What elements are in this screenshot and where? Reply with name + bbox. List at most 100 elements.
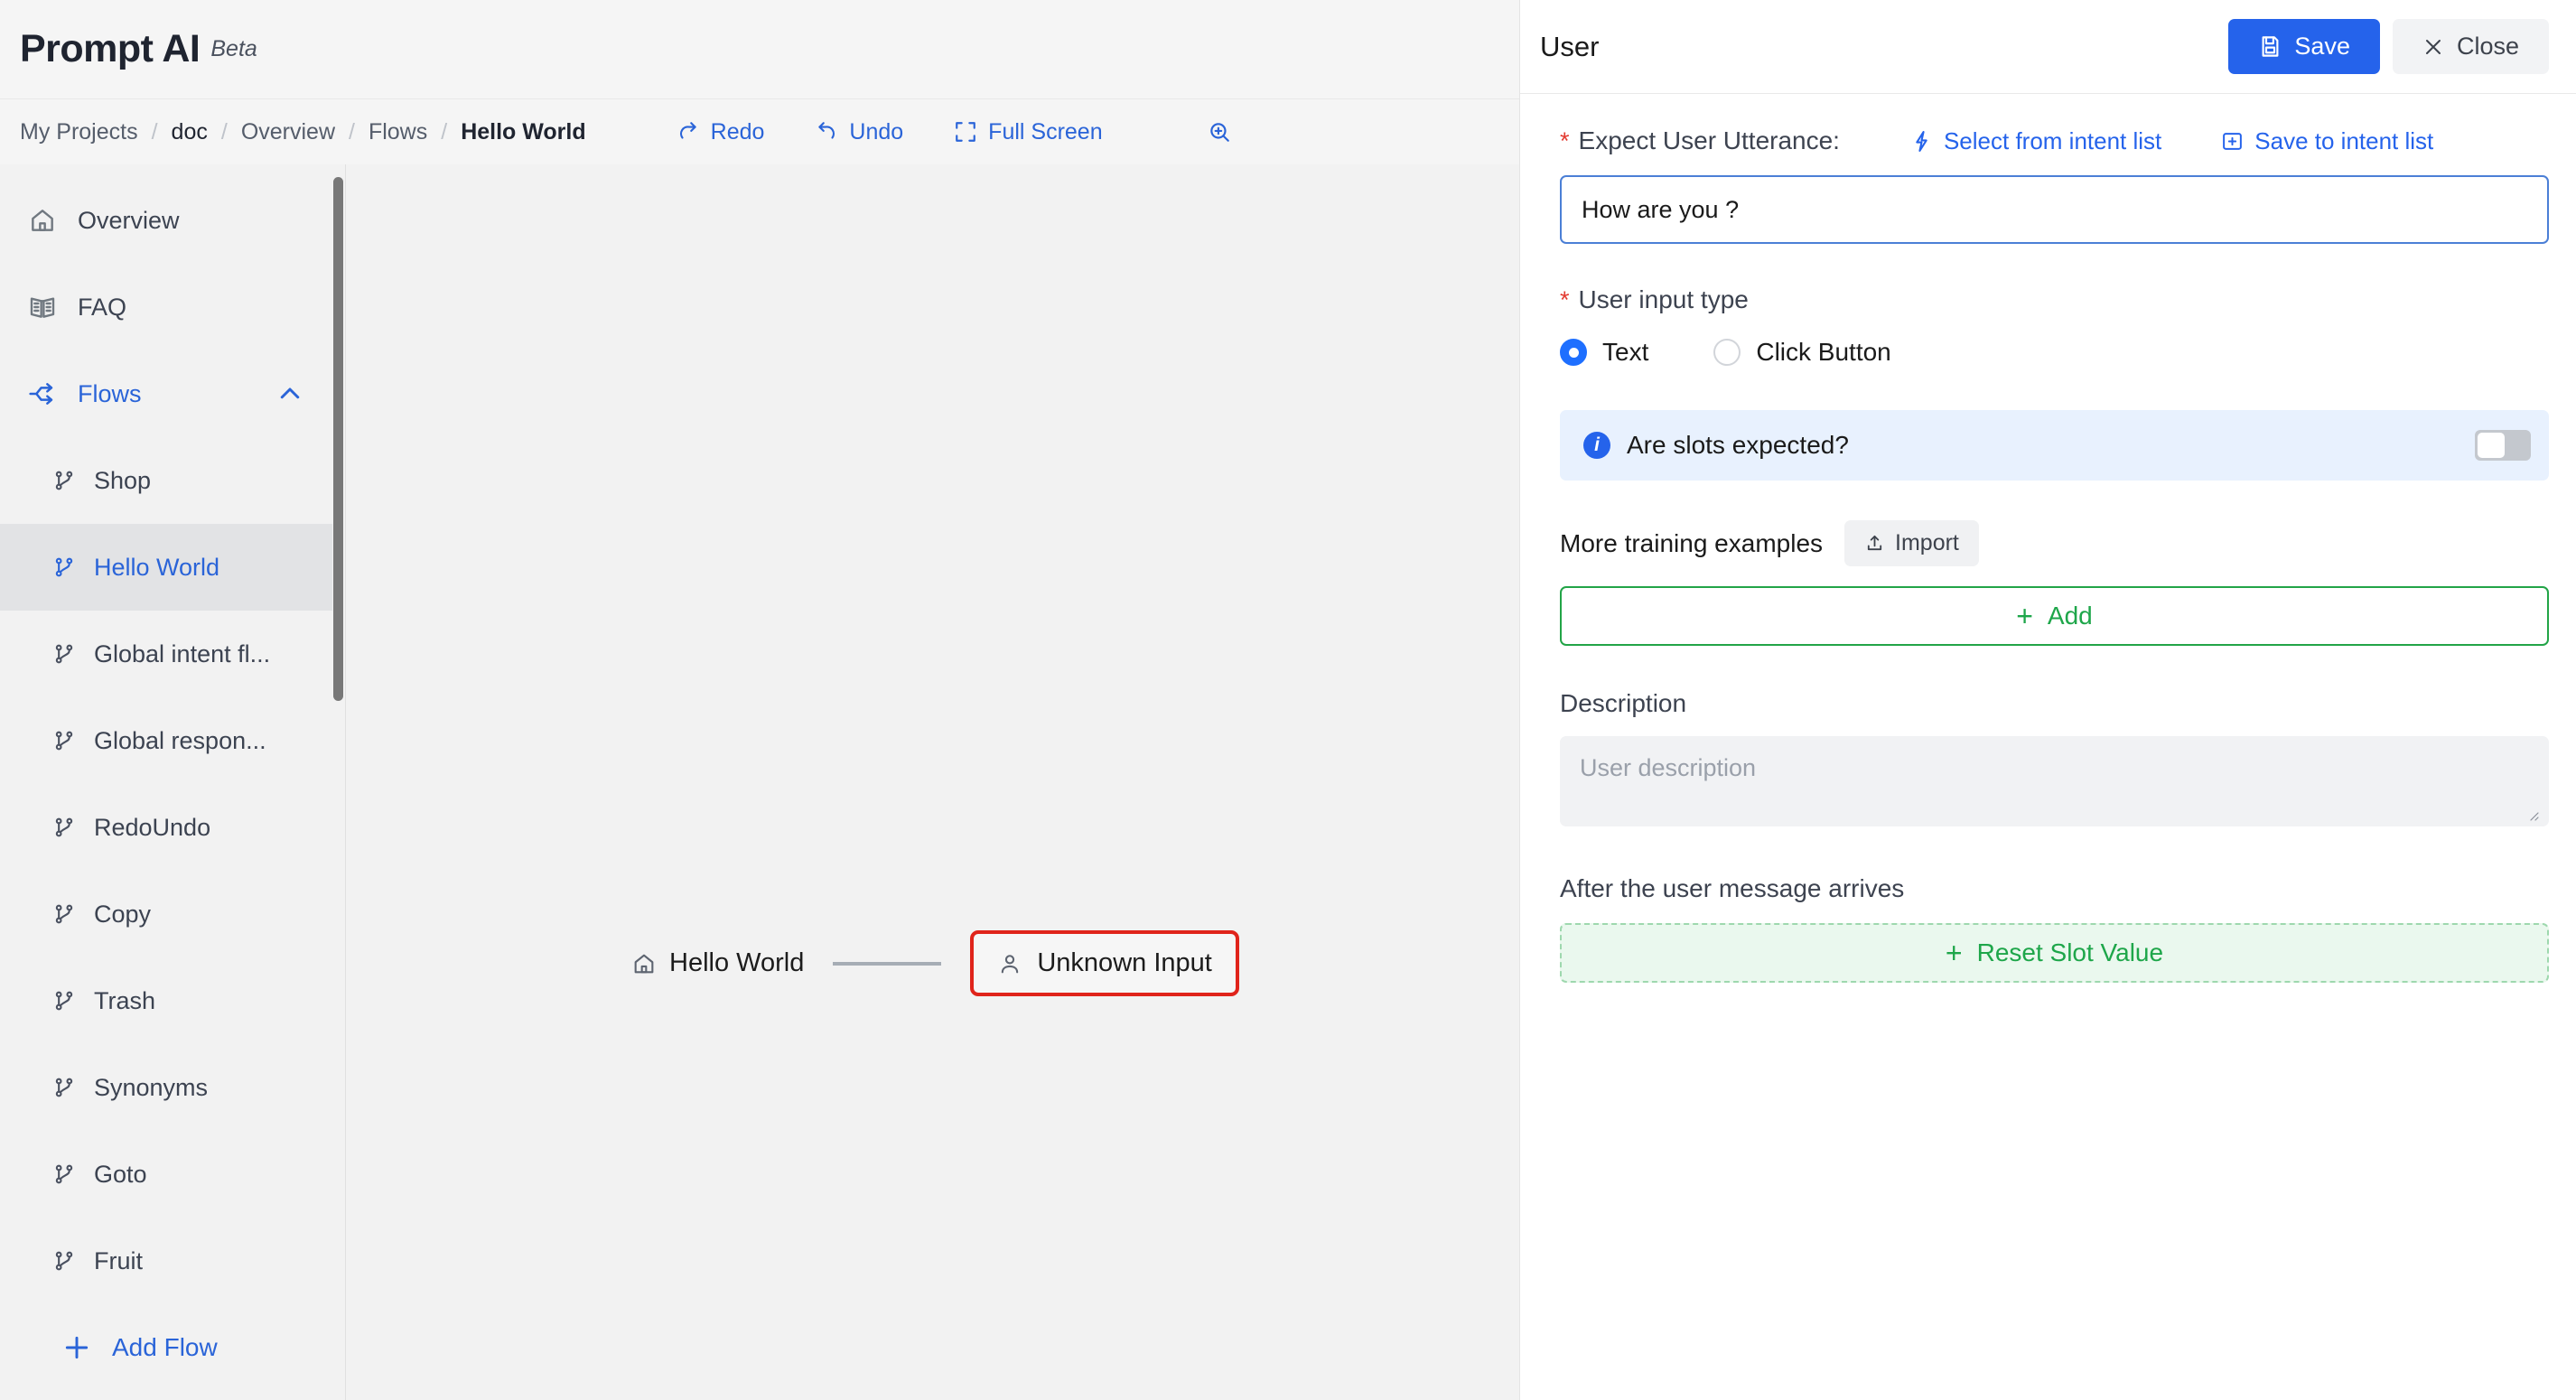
sidebar-item-global-intent-flow[interactable]: Global intent fl... bbox=[0, 611, 345, 697]
home-icon bbox=[631, 951, 657, 976]
book-icon bbox=[27, 292, 58, 322]
sidebar-item-synonyms[interactable]: Synonyms bbox=[0, 1044, 345, 1131]
sidebar-item-global-response[interactable]: Global respon... bbox=[0, 697, 345, 784]
utterance-label: Expect User Utterance: bbox=[1578, 126, 1840, 154]
breadcrumb: My Projects / doc / Overview / Flows / H… bbox=[20, 119, 586, 145]
reset-slot-value-button[interactable]: + Reset Slot Value bbox=[1560, 923, 2549, 983]
utterance-links: Select from intent list Save to intent l… bbox=[1910, 127, 2433, 155]
sidebar-item-faq[interactable]: FAQ bbox=[0, 264, 345, 350]
flow-node-start[interactable]: Hello World bbox=[631, 948, 804, 978]
slots-expected-toggle[interactable] bbox=[2475, 430, 2531, 461]
after-message-label: After the user message arrives bbox=[1560, 874, 1905, 902]
branch-icon bbox=[51, 812, 78, 843]
radio-option-click-button[interactable]: Click Button bbox=[1713, 338, 1891, 367]
sidebar-item-label: FAQ bbox=[78, 293, 127, 321]
sidebar-item-label: Shop bbox=[94, 466, 152, 494]
save-button[interactable]: Save bbox=[2228, 19, 2380, 74]
input-type-label: User input type bbox=[1578, 285, 1749, 313]
description-wrapper bbox=[1560, 718, 2549, 831]
sidebar-item-label: Goto bbox=[94, 1160, 147, 1188]
sidebar-item-overview[interactable]: Overview bbox=[0, 177, 345, 264]
home-icon bbox=[27, 205, 58, 236]
close-icon bbox=[2422, 36, 2444, 58]
lightning-icon bbox=[1910, 130, 1933, 153]
close-button[interactable]: Close bbox=[2392, 19, 2549, 74]
left-body: Overview FAQ Flows Shop Hello World Glob… bbox=[0, 164, 1519, 1400]
select-from-intent-list-label: Select from intent list bbox=[1943, 126, 2162, 154]
plus-icon: + bbox=[2016, 600, 2033, 632]
add-flow-button[interactable]: Add Flow bbox=[0, 1304, 345, 1391]
redo-button[interactable]: Redo bbox=[677, 118, 765, 145]
breadcrumb-bar: My Projects / doc / Overview / Flows / H… bbox=[0, 99, 1519, 164]
user-icon bbox=[997, 951, 1022, 976]
save-to-intent-list-label: Save to intent list bbox=[2254, 126, 2434, 154]
sidebar-item-trash[interactable]: Trash bbox=[0, 957, 345, 1044]
radio-dot-icon bbox=[1713, 339, 1741, 366]
reset-slot-value-label: Reset Slot Value bbox=[1976, 938, 2164, 966]
sidebar-item-flows[interactable]: Flows bbox=[0, 350, 345, 437]
plus-icon: + bbox=[1945, 937, 1963, 969]
flow-node-user[interactable]: Unknown Input bbox=[970, 930, 1239, 996]
sidebar-scrollbar[interactable] bbox=[332, 164, 345, 1400]
chevron-up-icon[interactable] bbox=[276, 380, 303, 407]
breadcrumb-item-doc[interactable]: doc bbox=[172, 119, 208, 145]
left-region: Prompt AI Beta My Projects / doc / Overv… bbox=[0, 0, 1520, 1400]
undo-button[interactable]: Undo bbox=[815, 119, 903, 145]
redo-label: Redo bbox=[710, 118, 765, 145]
app-root: Prompt AI Beta My Projects / doc / Overv… bbox=[0, 0, 2576, 1400]
breadcrumb-separator: / bbox=[441, 118, 448, 145]
required-asterisk: * bbox=[1560, 126, 1570, 154]
import-button[interactable]: Import bbox=[1844, 520, 1979, 566]
radio-option-label: Click Button bbox=[1756, 338, 1891, 366]
breadcrumb-item-flows[interactable]: Flows bbox=[369, 119, 427, 145]
plus-icon bbox=[61, 1332, 92, 1363]
zoom-in-button[interactable] bbox=[1208, 120, 1231, 144]
folder-plus-icon bbox=[2221, 130, 2244, 153]
zoom-in-icon bbox=[1208, 120, 1231, 144]
sidebar-item-goto[interactable]: Goto bbox=[0, 1131, 345, 1218]
branch-icon bbox=[51, 465, 78, 496]
radio-option-text[interactable]: Text bbox=[1560, 338, 1648, 367]
breadcrumb-separator: / bbox=[151, 118, 158, 145]
redo-icon bbox=[677, 120, 700, 144]
undo-label: Undo bbox=[849, 118, 904, 145]
panel-body: * Expect User Utterance: Select from int… bbox=[1520, 94, 2576, 1400]
sidebar-item-fruit[interactable]: Fruit bbox=[0, 1218, 345, 1304]
add-training-example-button[interactable]: + Add bbox=[1560, 586, 2549, 646]
sidebar-item-label: Synonyms bbox=[94, 1073, 209, 1101]
save-label: Save bbox=[2294, 33, 2350, 60]
toggle-knob bbox=[2478, 433, 2505, 458]
sidebar-scrollbar-thumb[interactable] bbox=[333, 177, 343, 701]
breadcrumb-item-hello-world[interactable]: Hello World bbox=[461, 119, 585, 145]
flow-graph: Hello World Unknown Input bbox=[631, 930, 1239, 996]
sidebar-item-hello-world[interactable]: Hello World bbox=[0, 524, 345, 611]
sidebar-item-label: Global respon... bbox=[94, 726, 266, 754]
sidebar-item-label: Fruit bbox=[94, 1246, 143, 1274]
slots-expected-label: Are slots expected? bbox=[1627, 431, 1849, 459]
sidebar-item-redoundo[interactable]: RedoUndo bbox=[0, 784, 345, 871]
select-from-intent-list-link[interactable]: Select from intent list bbox=[1910, 127, 2161, 155]
save-to-intent-list-link[interactable]: Save to intent list bbox=[2221, 127, 2433, 155]
add-flow-label: Add Flow bbox=[112, 1333, 218, 1361]
sidebar-item-label: Overview bbox=[78, 206, 180, 234]
breadcrumb-separator: / bbox=[220, 118, 228, 145]
sidebar-item-shop[interactable]: Shop bbox=[0, 437, 345, 524]
fullscreen-button[interactable]: Full Screen bbox=[954, 119, 1103, 145]
sidebar-item-copy[interactable]: Copy bbox=[0, 871, 345, 957]
breadcrumb-item-overview[interactable]: Overview bbox=[241, 119, 335, 145]
panel-title: User bbox=[1540, 30, 1600, 62]
sidebar: Overview FAQ Flows Shop Hello World Glob… bbox=[0, 164, 345, 1400]
description-textarea[interactable] bbox=[1560, 736, 2549, 826]
branch-icon bbox=[51, 899, 78, 929]
branch-icon bbox=[51, 725, 78, 756]
input-type-radio-group: Text Click Button bbox=[1560, 338, 2549, 367]
branch-icon bbox=[51, 1246, 78, 1276]
sidebar-item-label: Hello World bbox=[94, 553, 220, 581]
close-label: Close bbox=[2456, 33, 2519, 60]
flow-canvas[interactable]: Hello World Unknown Input bbox=[345, 164, 1519, 1400]
slots-expected-banner: i Are slots expected? bbox=[1560, 410, 2549, 481]
flows-icon bbox=[27, 378, 58, 409]
breadcrumb-item-my-projects[interactable]: My Projects bbox=[20, 119, 138, 145]
sidebar-item-label: Global intent fl... bbox=[94, 639, 271, 667]
utterance-input[interactable] bbox=[1560, 175, 2549, 244]
